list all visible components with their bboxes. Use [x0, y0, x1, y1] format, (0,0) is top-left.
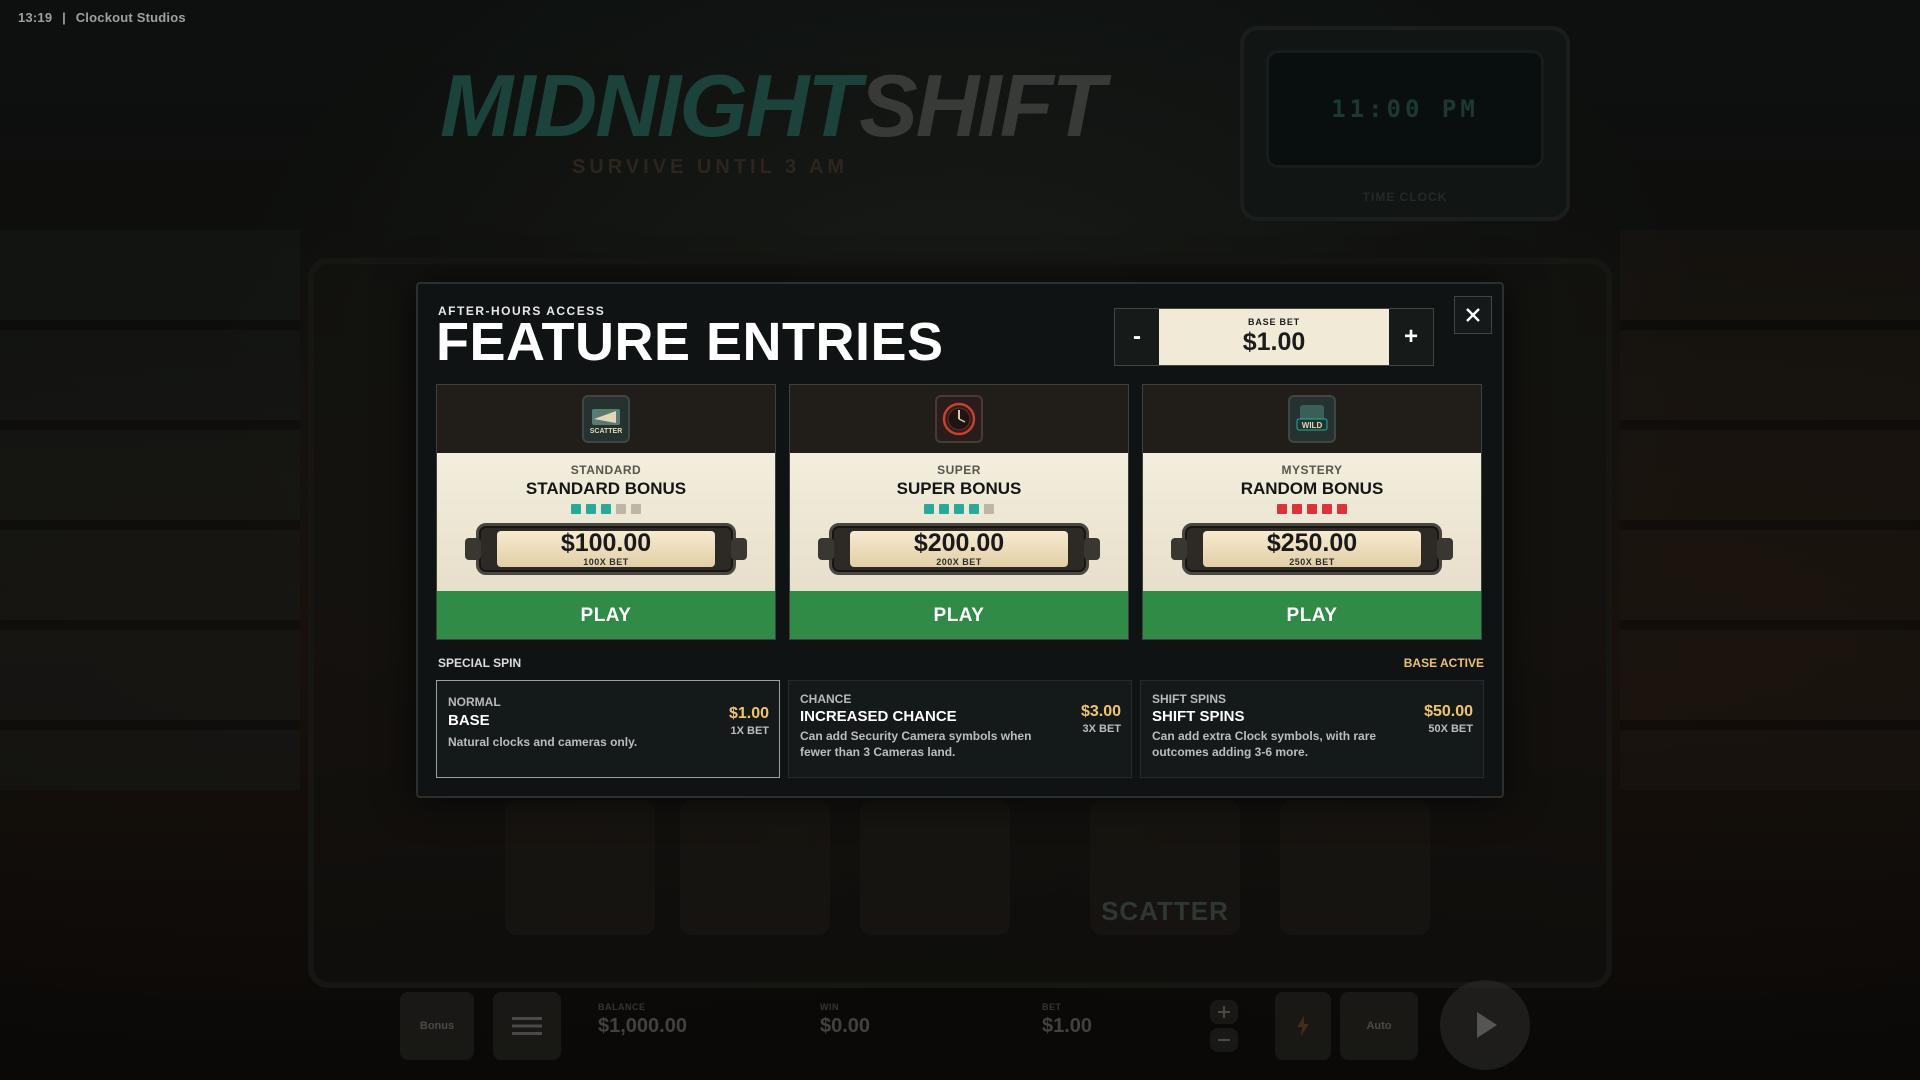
- base-bet-increase-button[interactable]: +: [1389, 309, 1433, 365]
- spin-option-description: Can add Security Camera symbols when few…: [800, 729, 1032, 759]
- rating-pip-empty: [616, 504, 626, 514]
- price-plaque: $200.00 200X BET: [818, 523, 1100, 575]
- card-price: $100.00: [560, 529, 652, 557]
- card-header: SCATTER: [437, 385, 775, 453]
- rating-pip-filled: [924, 504, 934, 514]
- card-tier: SUPER: [937, 463, 981, 477]
- spin-option-tag: SHIFT SPINS: [1152, 692, 1227, 706]
- spin-option-multiplier: 50X BET: [1428, 723, 1473, 735]
- spin-option-price: $1.00: [728, 705, 769, 722]
- rating-pip-empty: [631, 504, 641, 514]
- play-button-mystery[interactable]: PLAY: [1143, 591, 1481, 639]
- card-header: [790, 385, 1128, 453]
- card-rating-pips: [790, 504, 1128, 514]
- close-icon: [1466, 308, 1480, 322]
- clock-icon: [935, 395, 983, 443]
- rating-pip-filled: [586, 504, 596, 514]
- rating-pip-filled: [954, 504, 964, 514]
- card-body: STANDARD STANDARD BONUS $100.00 100X BET: [437, 453, 775, 591]
- rating-pip-filled: [939, 504, 949, 514]
- play-button-super[interactable]: PLAY: [790, 591, 1128, 639]
- wild-icon: WILD: [1288, 395, 1336, 443]
- scatter-icon-text: SCATTER: [590, 428, 623, 435]
- spin-option-description: Natural clocks and cameras only.: [448, 735, 638, 749]
- spin-option-name: BASE: [448, 712, 490, 729]
- play-button-standard[interactable]: PLAY: [437, 591, 775, 639]
- card-price: $200.00: [913, 529, 1005, 557]
- spin-option-multiplier: 3X BET: [1082, 723, 1121, 735]
- close-button[interactable]: [1454, 296, 1492, 334]
- spin-option-price: $3.00: [1080, 703, 1121, 720]
- base-bet-control: - BASE BET $1.00 +: [1114, 308, 1434, 366]
- rating-pip-filled: [1292, 504, 1302, 514]
- card-name: STANDARD BONUS: [525, 479, 687, 498]
- card-header: WILD: [1143, 385, 1481, 453]
- rating-pip-filled: [1307, 504, 1317, 514]
- feature-entries-modal: AFTER-HOURS ACCESS FEATURE ENTRIES - BAS…: [416, 282, 1504, 798]
- base-bet-decrease-button[interactable]: -: [1115, 309, 1159, 365]
- base-bet-value: $1.00: [1242, 328, 1306, 356]
- rating-pip-filled: [1277, 504, 1287, 514]
- price-plaque-inner: $100.00 100X BET: [497, 531, 715, 567]
- rating-pip-filled: [601, 504, 611, 514]
- spin-option-name: INCREASED CHANCE: [800, 708, 957, 725]
- card-name: RANDOM BONUS: [1240, 479, 1384, 498]
- modal-title: FEATURE ENTRIES: [436, 312, 944, 372]
- special-spin-status: BASE ACTIVE: [1403, 656, 1484, 670]
- special-spin-label: SPECIAL SPIN: [438, 656, 522, 670]
- rating-pip-filled: [1322, 504, 1332, 514]
- scatter-icon: SCATTER: [582, 395, 630, 443]
- spin-option-increased-chance[interactable]: CHANCE INCREASED CHANCE Can add Security…: [788, 680, 1132, 778]
- card-rating-pips: [437, 504, 775, 514]
- base-bet-display: BASE BET $1.00: [1159, 309, 1389, 365]
- card-body: MYSTERY RANDOM BONUS $250.00 250X BET: [1143, 453, 1481, 591]
- rating-pip-filled: [571, 504, 581, 514]
- card-multiplier: 250X BET: [1289, 557, 1335, 567]
- card-name: SUPER BONUS: [896, 479, 1022, 498]
- feature-card-super: SUPER SUPER BONUS $200.00 200X BET PLAY: [789, 384, 1129, 640]
- clock-symbol-graphic: [942, 402, 976, 436]
- spin-option-base[interactable]: NORMAL BASE Natural clocks and cameras o…: [436, 680, 780, 778]
- spin-option-description: Can add extra Clock symbols, with rare o…: [1152, 729, 1377, 759]
- spin-option-tag: NORMAL: [448, 695, 501, 709]
- spin-option-shift-spins[interactable]: SHIFT SPINS SHIFT SPINS Can add extra Cl…: [1140, 680, 1484, 778]
- feature-card-mystery: WILD MYSTERY RANDOM BONUS $250.00 250X B…: [1142, 384, 1482, 640]
- price-plaque: $100.00 100X BET: [465, 523, 747, 575]
- card-body: SUPER SUPER BONUS $200.00 200X BET: [790, 453, 1128, 591]
- card-tier: MYSTERY: [1281, 463, 1343, 477]
- spin-option-multiplier: 1X BET: [730, 725, 769, 737]
- feature-card-standard: SCATTER STANDARD STANDARD BONUS $100.00 …: [436, 384, 776, 640]
- price-plaque-inner: $250.00 250X BET: [1203, 531, 1421, 567]
- card-multiplier: 200X BET: [936, 557, 982, 567]
- price-plaque: $250.00 250X BET: [1171, 523, 1453, 575]
- spin-option-tag: CHANCE: [800, 692, 852, 706]
- price-plaque-inner: $200.00 200X BET: [850, 531, 1068, 567]
- spin-option-name: SHIFT SPINS: [1152, 708, 1245, 725]
- scatter-symbol-graphic: SCATTER: [590, 409, 623, 435]
- card-tier: STANDARD: [570, 463, 642, 477]
- base-bet-label: BASE BET: [1248, 317, 1300, 327]
- rating-pip-filled: [1337, 504, 1347, 514]
- wild-icon-text: WILD: [1302, 421, 1323, 430]
- card-rating-pips: [1143, 504, 1481, 514]
- card-price: $250.00: [1266, 529, 1358, 557]
- rating-pip-filled: [969, 504, 979, 514]
- card-multiplier: 100X BET: [583, 557, 629, 567]
- spin-option-price: $50.00: [1424, 703, 1473, 720]
- wild-symbol-graphic: WILD: [1296, 405, 1328, 431]
- rating-pip-empty: [984, 504, 994, 514]
